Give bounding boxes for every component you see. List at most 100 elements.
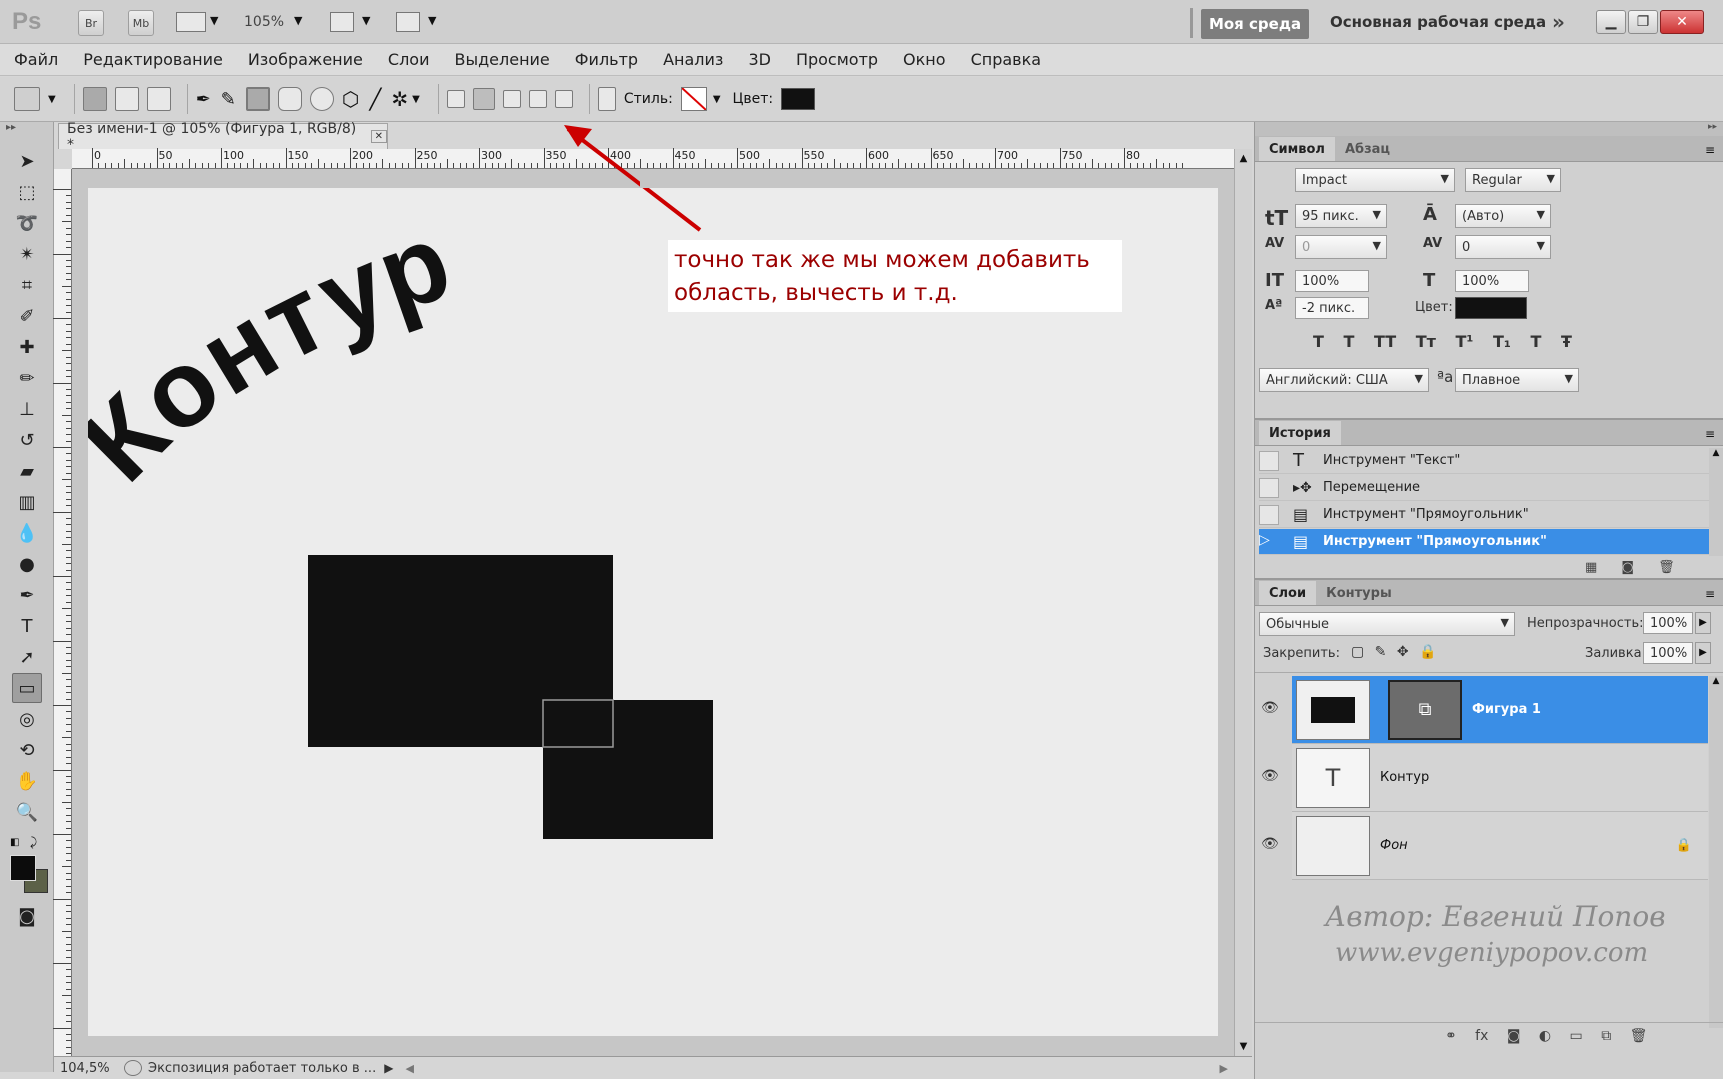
scroll-up-icon[interactable]: ▲ [1235,153,1252,164]
intersect-shape-areas-icon[interactable] [528,90,547,108]
opacity-slider-icon[interactable]: ▶ [1695,612,1711,634]
3d-rotate-icon[interactable]: ◎ [12,704,42,734]
rectangle-shape-icon[interactable] [245,87,270,111]
panel-menu-icon[interactable]: ≡ [1697,427,1723,445]
minimize-icon[interactable]: ▁ [1596,10,1626,34]
opacity-field[interactable]: 100% [1643,612,1693,634]
language-select[interactable]: Английский: США ▼ [1259,368,1429,392]
eyedropper-tool-icon[interactable]: ✐ [12,301,42,331]
chevron-down-icon[interactable]: ▼ [713,94,721,105]
menu-view[interactable]: Просмотр [796,50,878,69]
history-snapshot-checkbox[interactable] [1259,450,1279,471]
freeform-pen-icon[interactable]: ✎ [221,89,236,110]
history-actions[interactable]: ▦ ◙ 🗑 [1585,560,1675,575]
font-style-select[interactable]: Regular ▼ [1465,168,1561,192]
chevron-down-icon[interactable]: ▼ [362,14,370,27]
zoom-level[interactable]: 105% [244,14,284,30]
history-snapshot-checkbox[interactable] [1259,504,1279,525]
tracking-select[interactable]: 0 ▼ [1455,235,1551,259]
link-style-icon[interactable] [597,87,616,111]
history-item[interactable]: T Инструмент "Текст" [1259,448,1709,474]
fill-pixels-icon[interactable] [146,87,171,111]
maximize-icon[interactable]: ❐ [1628,10,1658,34]
close-icon[interactable]: ✕ [1660,10,1704,34]
fill-field[interactable]: 100% [1643,642,1693,664]
rounded-rectangle-icon[interactable] [277,87,302,111]
crop-tool-icon[interactable]: ⌗ [12,270,42,300]
dodge-tool-icon[interactable]: ● [12,549,42,579]
custom-shape-icon[interactable]: ✲ [391,87,408,111]
baseline-shift-field[interactable]: -2 пикс. [1295,297,1369,319]
lasso-tool-icon[interactable]: ➰ [12,208,42,238]
quick-mask-icon[interactable]: ◙ [12,901,42,931]
magic-wand-icon[interactable]: ✴ [12,239,42,269]
line-icon[interactable]: ╱ [369,87,381,111]
chevron-down-icon[interactable]: ▼ [48,94,56,105]
lock-icons[interactable]: ▢ ✎ ✥ 🔒 [1351,644,1436,660]
gradient-tool-icon[interactable]: ▥ [12,487,42,517]
zoom-tool-icon[interactable]: 🔍 [12,797,42,827]
workspace-main-button[interactable]: Основная рабочая среда [1330,13,1546,31]
collapse-panels-icon[interactable]: ▸▸ [1255,122,1723,136]
eye-icon[interactable]: 👁 [1261,768,1285,784]
horizontal-scale-field[interactable]: 100% [1455,270,1529,292]
arrange-documents-icon[interactable] [330,12,354,32]
leading-select[interactable]: (Авто) ▼ [1455,204,1551,228]
brush-tool-icon[interactable]: ✏ [12,363,42,393]
canvas[interactable]: Контур точно так же мы можем добавить об… [88,188,1218,1036]
vector-mask-thumbnail[interactable]: ⧉ [1388,679,1462,740]
tool-preset-icon[interactable] [14,87,40,111]
vertical-scale-field[interactable]: 100% [1295,270,1369,292]
menu-file[interactable]: Файл [14,50,58,69]
menu-edit[interactable]: Редактирование [83,50,223,69]
rectangle-tool-icon[interactable]: ▭ [12,673,42,703]
menu-analysis[interactable]: Анализ [663,50,723,69]
collapse-icon[interactable]: ▸▸ [0,122,53,146]
layers-footer-actions[interactable]: ⚭ fx ◙ ◐ ▭ ⧉ 🗑 [1445,1028,1647,1044]
type-tool-icon[interactable]: T [12,611,42,641]
close-icon[interactable]: ✕ [370,130,387,143]
menu-3d[interactable]: 3D [748,50,771,69]
color-swatch[interactable] [781,88,816,110]
eye-icon[interactable]: 👁 [1261,700,1285,716]
menu-select[interactable]: Выделение [454,50,549,69]
menu-layers[interactable]: Слои [388,50,430,69]
hand-tool-icon[interactable]: ✋ [12,766,42,796]
layer-row-shape[interactable]: ⧉ Фигура 1 [1292,676,1708,744]
scroll-left-icon[interactable]: ◀ [405,1062,413,1075]
fill-slider-icon[interactable]: ▶ [1695,642,1711,664]
status-menu-icon[interactable]: ▶ [384,1061,393,1075]
scroll-right-icon[interactable]: ▶ [1220,1062,1228,1075]
layer-row-text[interactable]: T Контур [1292,744,1708,812]
layer-row-background[interactable]: Фон 🔒 [1292,812,1708,880]
scroll-down-icon[interactable]: ▼ [1235,1041,1252,1052]
shape-rectangle-2[interactable] [543,700,713,839]
layers-scrollbar[interactable]: ▲ [1709,676,1723,1028]
history-item[interactable]: ▸✥ Перемещение [1259,475,1709,501]
mini-bridge-button[interactable]: Mb [128,10,154,36]
foreground-color-swatch[interactable] [10,855,36,881]
panel-menu-icon[interactable]: ≡ [1697,587,1723,605]
healing-brush-icon[interactable]: ✚ [12,332,42,362]
panel-menu-icon[interactable]: ≡ [1697,143,1723,161]
swap-colors-icon[interactable]: ⤸ [30,835,37,850]
ellipse-icon[interactable] [309,87,334,111]
history-snapshot-checkbox[interactable] [1259,477,1279,498]
menu-filter[interactable]: Фильтр [575,50,638,69]
new-shape-layer-icon[interactable] [446,90,465,108]
path-selection-icon[interactable]: ➚ [12,642,42,672]
document-tab[interactable]: Без имени-1 @ 105% (Фигура 1, RGB/8) * ✕ [58,121,388,153]
clone-stamp-icon[interactable]: ⊥ [12,394,42,424]
font-family-select[interactable]: Impact ▼ [1295,168,1455,192]
default-colors-icon[interactable]: ◧ [10,837,19,848]
tab-history[interactable]: История [1259,421,1341,445]
antialias-select[interactable]: Плавное ▼ [1455,368,1579,392]
move-tool-icon[interactable]: ➤ [12,146,42,176]
eraser-tool-icon[interactable]: ▰ [12,456,42,486]
subtract-from-shape-area-icon[interactable] [502,90,521,108]
style-swatch[interactable] [680,87,707,111]
vertical-scrollbar[interactable]: ▲ ▼ [1234,149,1252,1056]
shape-layers-icon[interactable] [82,87,107,111]
polygon-icon[interactable]: ⬡ [342,87,359,111]
chevron-down-icon[interactable]: ▼ [412,94,420,105]
